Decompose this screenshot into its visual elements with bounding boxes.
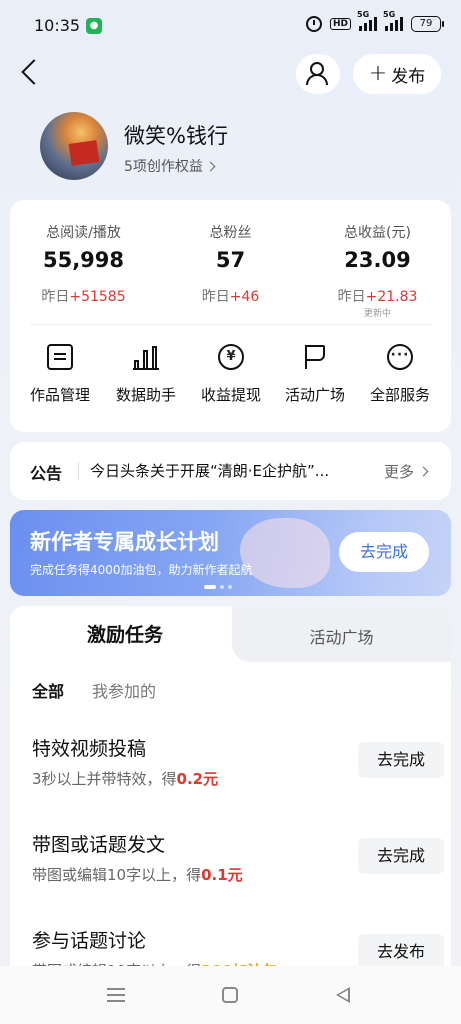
service-withdraw[interactable]: ¥ 收益提现 (187, 344, 275, 405)
back-icon (21, 59, 47, 85)
bar-chart-icon (133, 344, 159, 370)
creator-rights-link[interactable]: 5项创作权益 (124, 156, 216, 176)
stat-delta: 昨日+46 (201, 289, 260, 305)
announcement-more-link[interactable]: 更多 (384, 461, 429, 482)
carousel-indicator (204, 585, 232, 589)
service-data[interactable]: 数据助手 (102, 344, 190, 405)
stat-label: 总收益(元) (344, 225, 411, 241)
announcement-tag: 公告 (30, 464, 63, 483)
wechat-icon: ● (86, 18, 102, 34)
status-bar: 10:35 ● HD 5G 5G 79 (0, 0, 461, 52)
banner-subtitle: 完成任务得4000加油包，助力新作者起航 (30, 563, 253, 577)
service-label: 活动广场 (284, 386, 345, 404)
announcement-text[interactable]: 今日头条关于开展“清朗·E企护航”... (90, 460, 380, 481)
stat-value: 23.09 (344, 248, 411, 272)
flag-icon (302, 344, 328, 370)
task-title: 特效视频投稿 (32, 738, 147, 760)
stat-delta: 昨日+21.83 (337, 289, 418, 305)
announcement-bar[interactable]: 公告 今日头条关于开展“清朗·E企护航”... 更多 (10, 442, 451, 500)
tab-incentive-tasks[interactable]: 激励任务 (10, 620, 240, 647)
carousel-dot (204, 585, 216, 589)
carousel-dot (228, 585, 232, 589)
publish-button[interactable]: + 发布 (353, 54, 441, 94)
service-all[interactable]: ··· 全部服务 (356, 344, 444, 405)
task-panel: 激励任务 活动广场 全部 我参加的 特效视频投稿 3秒以上并带特效，得0.2元 … (10, 606, 451, 986)
home-icon[interactable] (222, 987, 238, 1003)
back-button[interactable] (16, 58, 48, 90)
banner-decoration (240, 518, 330, 588)
task-action-button[interactable]: 去完成 (358, 838, 444, 874)
banner-complete-button[interactable]: 去完成 (339, 532, 429, 572)
menu-icon[interactable] (107, 988, 125, 1002)
task-item: 带图或话题发文 带图或编辑10字以上，得0.1元 去完成 (32, 830, 444, 900)
status-time: 10:35 (34, 16, 81, 35)
chevron-right-icon (418, 466, 429, 477)
service-label: 作品管理 (29, 386, 90, 404)
alarm-icon (305, 16, 322, 32)
task-desc: 带图或编辑10字以上，得0.1元 (32, 866, 243, 884)
service-label: 收益提现 (200, 386, 261, 404)
service-label: 全部服务 (369, 386, 430, 404)
task-title: 参与话题讨论 (32, 930, 147, 952)
growth-plan-banner[interactable]: 新作者专属成长计划 完成任务得4000加油包，助力新作者起航 去完成 (10, 510, 451, 596)
stats-card: 总阅读/播放 55,998 昨日+51585 总粉丝 57 昨日+46 总收益(… (10, 200, 451, 432)
user-button[interactable] (296, 54, 340, 94)
stat-value: 55,998 (42, 248, 125, 272)
status-indicators: HD 5G 5G 79 (305, 10, 444, 32)
stat-label: 总粉丝 (209, 225, 252, 241)
filter-joined[interactable]: 我参加的 (92, 678, 156, 702)
avatar[interactable] (40, 112, 108, 180)
stat-label: 总阅读/播放 (46, 225, 121, 241)
system-nav-bar (0, 966, 461, 1024)
task-action-button[interactable]: 去完成 (358, 742, 444, 778)
hd-badge: HD (329, 18, 351, 30)
divider (78, 462, 79, 480)
plus-icon: + (368, 61, 388, 86)
task-desc: 3秒以上并带特效，得0.2元 (32, 770, 219, 788)
task-title: 带图或话题发文 (32, 834, 166, 856)
creator-rights-label: 5项创作权益 (124, 159, 203, 175)
nav-back-icon[interactable] (336, 987, 350, 1003)
document-icon (47, 344, 73, 370)
banner-title: 新作者专属成长计划 (30, 530, 219, 554)
profile-name: 微笑%钱行 (124, 124, 228, 148)
publish-label: 发布 (391, 66, 426, 87)
service-works[interactable]: 作品管理 (16, 344, 104, 405)
divider (30, 324, 431, 325)
battery-icon: 79 (411, 16, 444, 32)
stat-value: 57 (215, 248, 246, 272)
signal-icon-2: 5G (383, 10, 403, 31)
service-label: 数据助手 (115, 386, 176, 404)
signal-icon: 5G (357, 10, 377, 31)
task-action-button[interactable]: 去发布 (358, 934, 444, 970)
stat-delta: 昨日+51585 (41, 289, 126, 305)
service-activity[interactable]: 活动广场 (271, 344, 359, 405)
chevron-right-icon (205, 161, 216, 171)
tab-activity-square[interactable]: 活动广场 (232, 624, 451, 648)
carousel-dot (220, 585, 224, 589)
task-item: 特效视频投稿 3秒以上并带特效，得0.2元 去完成 (32, 734, 444, 804)
filter-all[interactable]: 全部 (32, 678, 64, 702)
yen-icon: ¥ (218, 344, 244, 370)
stat-note: 更新中 (363, 309, 391, 319)
more-icon: ··· (387, 344, 413, 370)
